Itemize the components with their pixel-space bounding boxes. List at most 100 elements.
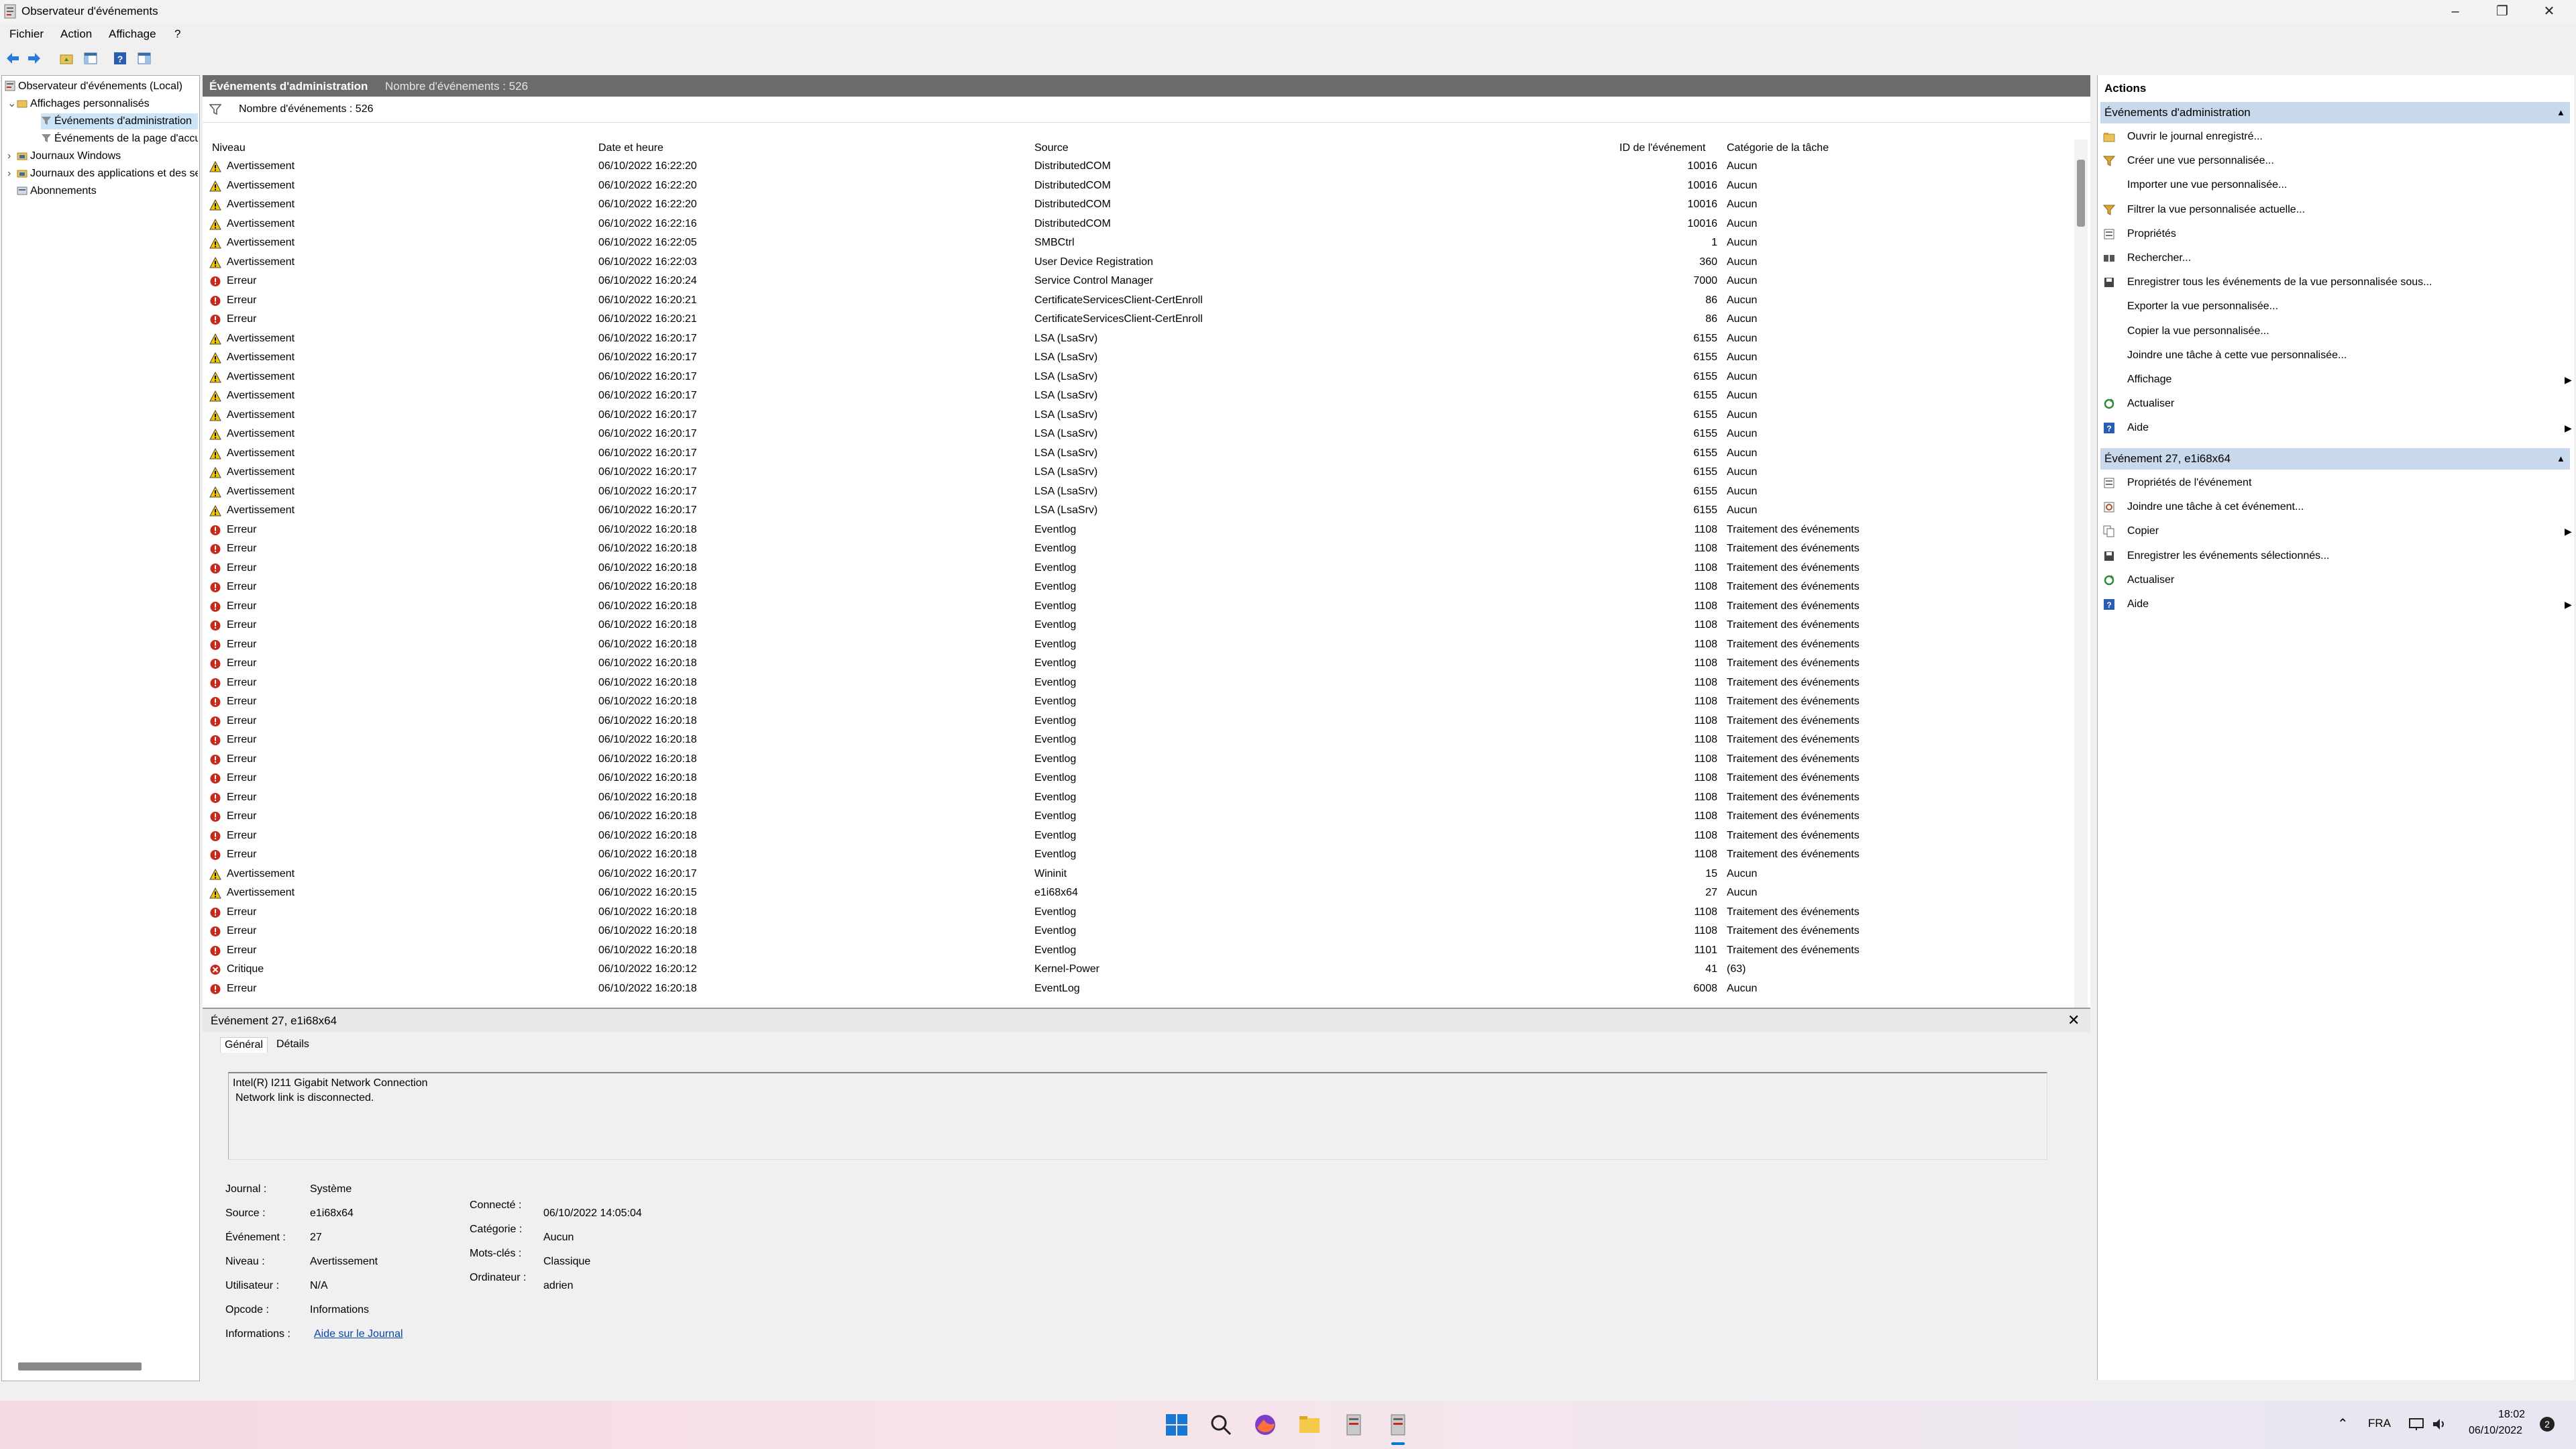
table-row[interactable]: Avertissement 06/10/2022 16:22:05 SMBCtrl 1…	[203, 233, 2074, 253]
table-row[interactable]: Avertissement 06/10/2022 16:20:17 LSA (Lsa…	[203, 463, 2074, 482]
action-item[interactable]: Propriétés	[2103, 224, 2573, 244]
table-row[interactable]: Erreur 06/10/2022 16:20:18 Eventlog 1108 Tra…	[203, 635, 2074, 655]
show-hide-tree-icon[interactable]	[83, 51, 98, 66]
table-row[interactable]: Avertissement 06/10/2022 16:22:03 User Dev…	[203, 253, 2074, 272]
column-header-date[interactable]: Date et heure	[598, 140, 663, 157]
table-row[interactable]: Avertissement 06/10/2022 16:20:17 LSA (Lsa…	[203, 386, 2074, 406]
table-row[interactable]: Erreur 06/10/2022 16:20:18 Eventlog 1108 Tra…	[203, 788, 2074, 808]
action-item[interactable]: Rechercher...	[2103, 248, 2573, 268]
table-row[interactable]: Avertissement 06/10/2022 16:22:20 Distribu…	[203, 195, 2074, 215]
menu-fichier[interactable]: Fichier	[9, 28, 44, 41]
tree-item-home-events[interactable]: Événements de la page d'accueil	[41, 131, 198, 147]
tree-horizontal-scrollbar[interactable]	[18, 1362, 142, 1371]
file-explorer-icon[interactable]	[1296, 1411, 1323, 1438]
network-icon[interactable]	[2408, 1417, 2424, 1432]
action-item[interactable]: Actualiser	[2103, 394, 2573, 414]
actions-section-admin-events[interactable]: Événements d'administration ▲	[2100, 102, 2570, 123]
expand-chevron-icon[interactable]: ›	[7, 148, 17, 164]
tree-item-custom-views[interactable]: ⌄ Affichages personnalisés	[7, 96, 198, 112]
collapse-section-icon[interactable]: ▲	[2557, 448, 2565, 470]
action-pane-icon[interactable]	[137, 51, 152, 66]
table-row[interactable]: Erreur 06/10/2022 16:20:18 Eventlog 1108 Tra…	[203, 903, 2074, 922]
table-row[interactable]: Avertissement 06/10/2022 16:22:20 Distribu…	[203, 157, 2074, 176]
table-row[interactable]: Erreur 06/10/2022 16:20:21 CertificateServ…	[203, 310, 2074, 329]
action-item[interactable]: Copier ▶	[2103, 521, 2573, 541]
table-row[interactable]: Erreur 06/10/2022 16:20:24 Service Control…	[203, 272, 2074, 291]
table-row[interactable]: Erreur 06/10/2022 16:20:18 EventLog 6008 Auc…	[203, 979, 2074, 999]
table-row[interactable]: Avertissement 06/10/2022 16:20:17 LSA (Lsa…	[203, 329, 2074, 349]
column-header-level[interactable]: Niveau	[212, 140, 246, 157]
table-row[interactable]: Avertissement 06/10/2022 16:20:17 LSA (Lsa…	[203, 482, 2074, 502]
table-row[interactable]: Critique 06/10/2022 16:20:12 Kernel-Power 4…	[203, 960, 2074, 979]
table-row[interactable]: Erreur 06/10/2022 16:20:18 Eventlog 1108 Tra…	[203, 807, 2074, 826]
back-arrow-icon[interactable]	[5, 51, 20, 66]
tree-item-admin-events[interactable]: Événements d'administration	[41, 113, 198, 129]
table-row[interactable]: Avertissement 06/10/2022 16:22:16 Distribu…	[203, 215, 2074, 234]
menu-affichage[interactable]: Affichage	[109, 28, 156, 41]
table-row[interactable]: Avertissement 06/10/2022 16:20:17 LSA (Lsa…	[203, 444, 2074, 464]
table-row[interactable]: Erreur 06/10/2022 16:20:18 Eventlog 1108 Tra…	[203, 731, 2074, 750]
table-row[interactable]: Erreur 06/10/2022 16:20:18 Eventlog 1108 Tra…	[203, 559, 2074, 578]
table-row[interactable]: Erreur 06/10/2022 16:20:21 CertificateServ…	[203, 291, 2074, 311]
notification-badge[interactable]: 2	[2540, 1417, 2555, 1432]
events-vertical-scrollbar[interactable]	[2074, 140, 2088, 1073]
minimize-button[interactable]: –	[2432, 0, 2479, 23]
table-row[interactable]: Avertissement 06/10/2022 16:22:20 Distribu…	[203, 176, 2074, 196]
tree-item-subscriptions[interactable]: Abonnements	[17, 183, 198, 199]
action-item[interactable]: Filtrer la vue personnalisée actuelle...	[2103, 200, 2573, 220]
table-row[interactable]: Erreur 06/10/2022 16:20:18 Eventlog 1108 Tra…	[203, 712, 2074, 731]
forward-arrow-icon[interactable]	[27, 51, 42, 66]
table-row[interactable]: Erreur 06/10/2022 16:20:18 Eventlog 1108 Tra…	[203, 769, 2074, 788]
table-row[interactable]: Avertissement 06/10/2022 16:20:17 Wininit 1…	[203, 865, 2074, 884]
column-header-event-id[interactable]: ID de l'événement	[1619, 140, 1705, 157]
search-icon[interactable]	[1208, 1411, 1234, 1438]
scrollbar-thumb[interactable]	[2077, 160, 2085, 227]
table-row[interactable]: Erreur 06/10/2022 16:20:18 Eventlog 1108 Tra…	[203, 521, 2074, 540]
help-icon[interactable]: ?	[113, 51, 127, 66]
event-viewer-active-icon[interactable]	[1385, 1411, 1411, 1438]
table-row[interactable]: Erreur 06/10/2022 16:20:18 Eventlog 1108 Tra…	[203, 674, 2074, 693]
action-item[interactable]: Propriétés de l'événement	[2103, 473, 2573, 493]
action-item[interactable]: Exporter la vue personnalisée...	[2103, 297, 2573, 317]
event-viewer-taskbar-icon[interactable]	[1340, 1411, 1367, 1438]
action-item[interactable]: Affichage ▶	[2103, 370, 2573, 390]
clock-time[interactable]: 18:02	[2498, 1409, 2525, 1421]
actions-section-event[interactable]: Événement 27, e1i68x64 ▲	[2100, 448, 2570, 470]
table-row[interactable]: Erreur 06/10/2022 16:20:18 Eventlog 1108 Tra…	[203, 597, 2074, 616]
table-row[interactable]: Avertissement 06/10/2022 16:20:17 LSA (Lsa…	[203, 501, 2074, 521]
action-item[interactable]: Créer une vue personnalisée...	[2103, 151, 2573, 171]
table-row[interactable]: Avertissement 06/10/2022 16:20:17 LSA (Lsa…	[203, 348, 2074, 368]
table-row[interactable]: Erreur 06/10/2022 16:20:18 Eventlog 1108 Tra…	[203, 654, 2074, 674]
tab-general[interactable]: Général	[220, 1037, 268, 1053]
input-language[interactable]: FRA	[2368, 1417, 2391, 1430]
tree-item-windows-logs[interactable]: › Journaux Windows	[7, 148, 198, 164]
menu-action[interactable]: Action	[60, 28, 92, 41]
table-row[interactable]: Erreur 06/10/2022 16:20:18 Eventlog 1108 Tra…	[203, 539, 2074, 559]
action-item[interactable]: Joindre une tâche à cet événement...	[2103, 497, 2573, 517]
action-item[interactable]: Joindre une tâche à cette vue personnali…	[2103, 345, 2573, 366]
action-item[interactable]: ? Aide ▶	[2103, 418, 2573, 438]
table-row[interactable]: Erreur 06/10/2022 16:20:18 Eventlog 1108 Tra…	[203, 692, 2074, 712]
up-folder-icon[interactable]	[59, 51, 74, 66]
column-header-category[interactable]: Catégorie de la tâche	[1727, 140, 1829, 157]
event-message-box[interactable]: Intel(R) I211 Gigabit Network Connection…	[228, 1072, 2047, 1160]
close-details-icon[interactable]: ✕	[2068, 1012, 2080, 1029]
table-row[interactable]: Erreur 06/10/2022 16:20:18 Eventlog 1101 Tra…	[203, 941, 2074, 961]
expand-chevron-icon[interactable]: ›	[7, 166, 17, 182]
volume-icon[interactable]	[2431, 1417, 2447, 1432]
menu-help[interactable]: ?	[174, 28, 180, 41]
table-row[interactable]: Erreur 06/10/2022 16:20:18 Eventlog 1108 Tra…	[203, 922, 2074, 941]
table-row[interactable]: Avertissement 06/10/2022 16:20:17 LSA (Lsa…	[203, 368, 2074, 387]
firefox-icon[interactable]	[1252, 1411, 1279, 1438]
table-row[interactable]: Erreur 06/10/2022 16:20:18 Eventlog 1108 Tra…	[203, 845, 2074, 865]
close-button[interactable]: ✕	[2526, 0, 2573, 23]
show-hidden-icons-icon[interactable]: ⌃	[2337, 1415, 2349, 1432]
table-row[interactable]: Erreur 06/10/2022 16:20:18 Eventlog 1108 Tra…	[203, 616, 2074, 635]
table-row[interactable]: Avertissement 06/10/2022 16:20:15 e1i68x64…	[203, 883, 2074, 903]
action-item[interactable]: Enregistrer tous les événements de la vu…	[2103, 272, 2573, 292]
action-item[interactable]: Actualiser	[2103, 570, 2573, 590]
action-item[interactable]: Copier la vue personnalisée...	[2103, 321, 2573, 341]
restore-button[interactable]: ❐	[2479, 0, 2526, 23]
action-item[interactable]: Ouvrir le journal enregistré...	[2103, 127, 2573, 147]
table-row[interactable]: Erreur 06/10/2022 16:20:18 Eventlog 1108 Tra…	[203, 750, 2074, 769]
